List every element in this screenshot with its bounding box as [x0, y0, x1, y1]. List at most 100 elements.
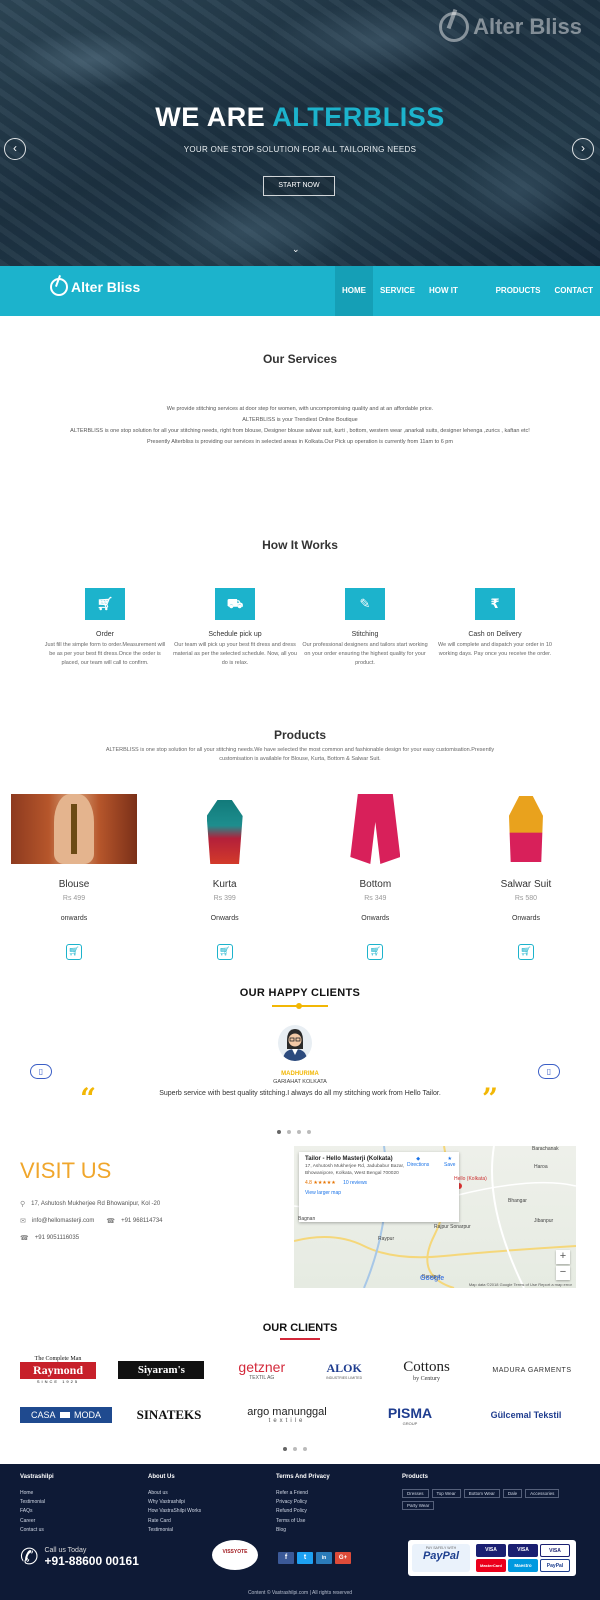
map-directions-button[interactable]: ◆ Directions: [407, 1156, 429, 1168]
close-quote-icon: ”: [482, 1082, 499, 1115]
footer-link[interactable]: Testimonial: [20, 1498, 54, 1507]
product-card-bottom[interactable]: Bottom Rs 349 Onwards 🛒︎: [312, 794, 439, 960]
how-step-title: Stitching: [351, 631, 379, 638]
casa-text: CASA: [30, 1410, 55, 1420]
footer-link[interactable]: Career: [20, 1517, 54, 1526]
view-larger-map-link[interactable]: View larger map: [305, 1190, 453, 1196]
testimonial-next-icon[interactable]: ▯: [538, 1064, 560, 1079]
embedded-map[interactable]: Tailor - Hello Masterji (Kolkata) 17, As…: [294, 1146, 576, 1288]
product-image-blouse[interactable]: [11, 794, 137, 864]
email-text[interactable]: info@hellomasterji.com: [32, 1218, 94, 1224]
pagination-dot[interactable]: [283, 1447, 287, 1451]
footer-tag[interactable]: Dale: [502, 1489, 523, 1498]
map-reviews-link[interactable]: 10 reviews: [343, 1180, 367, 1186]
pagination-dot[interactable]: [307, 1130, 311, 1134]
footer-link[interactable]: Testimonial: [148, 1526, 201, 1535]
footer-link[interactable]: Refund Policy: [276, 1507, 330, 1516]
nav-item-how-it-works[interactable]: HOW IT WORKS: [422, 266, 489, 345]
google-plus-icon[interactable]: G+: [335, 1552, 351, 1564]
product-card-salwar-suit[interactable]: Salwar Suit Rs 580 Onwards 🛒︎: [462, 794, 589, 960]
mastercard-icon: MasterCard: [476, 1559, 506, 1572]
facebook-icon[interactable]: f: [278, 1552, 294, 1564]
map-place-label: Rajpur Sonarpur: [434, 1224, 471, 1230]
pagination-dot[interactable]: [287, 1130, 291, 1134]
footer-link[interactable]: FAQs: [20, 1507, 54, 1516]
footer-tag[interactable]: Dresses: [402, 1489, 429, 1498]
testimonial-prev-icon[interactable]: ▯: [30, 1064, 52, 1079]
add-to-cart-icon[interactable]: 🛒︎: [216, 944, 233, 960]
pagination-dot[interactable]: [297, 1130, 301, 1134]
nav-logo[interactable]: Alter Bliss: [50, 278, 140, 296]
product-card-blouse[interactable]: Blouse Rs 499 onwards 🛒︎: [11, 794, 137, 960]
card-logos: VISA VISA VISA MasterCard Maestro PayPal: [476, 1544, 572, 1572]
product-image-bottom[interactable]: [312, 794, 439, 864]
start-now-button[interactable]: START NOW: [263, 176, 335, 196]
map-place-label: Raypur: [378, 1236, 395, 1242]
client-logo-gulcemal: Gülcemal Tekstil: [490, 1410, 562, 1420]
scroll-down-icon[interactable]: ⌄: [292, 244, 300, 255]
map-save-button[interactable]: ★ Save: [444, 1156, 455, 1168]
hero-prev-arrow-icon[interactable]: ‹: [4, 138, 26, 160]
services-title: Our Services: [262, 352, 338, 366]
pagination-dot[interactable]: [277, 1130, 281, 1134]
raymond-wordmark: Raymond: [20, 1362, 96, 1379]
footer-tag[interactable]: Party Wear: [402, 1501, 435, 1510]
services-line: We provide stitching services at door st…: [166, 406, 434, 412]
add-to-cart-icon[interactable]: 🛒︎: [66, 944, 82, 960]
phone-text[interactable]: +91 968114734: [121, 1218, 162, 1224]
product-onwards: onwards: [60, 915, 88, 922]
twitter-icon[interactable]: t: [297, 1552, 313, 1564]
map-place-label: Jibanpur: [534, 1218, 554, 1224]
nav-item-contact[interactable]: CONTACT: [547, 266, 600, 316]
product-name: Kurta: [212, 879, 237, 890]
how-it-works-title: How It Works: [262, 538, 338, 552]
map-place-title: Tailor - Hello Masterji (Kolkata): [305, 1156, 393, 1162]
services-line: Presently Alterbliss is providing our se…: [147, 439, 453, 445]
phone-text[interactable]: +91 9051116035: [35, 1235, 79, 1241]
linkedin-icon[interactable]: in: [316, 1552, 332, 1564]
call-number[interactable]: +91-88600 00161: [44, 1554, 138, 1568]
how-step-desc: Just fill the simple form to order.Measu…: [44, 642, 166, 666]
hero-next-arrow-icon[interactable]: ›: [572, 138, 594, 160]
nav-item-home[interactable]: HOME: [335, 266, 373, 316]
footer-link[interactable]: Why Vastrashilpi: [148, 1498, 201, 1507]
how-step-cod: ₹ Cash on Delivery We will complete and …: [430, 588, 560, 668]
how-step-title: Order: [96, 631, 114, 638]
how-step-desc: Our professional designers and tailors s…: [302, 642, 428, 666]
footer-link[interactable]: Rate Card: [148, 1517, 201, 1526]
footer-tag[interactable]: Top Wear: [431, 1489, 461, 1498]
product-image-salwar-suit[interactable]: [462, 794, 589, 864]
footer-tag[interactable]: Bottom Wear: [463, 1489, 500, 1498]
alok-sub: INDUSTRIES LIMITED: [326, 1375, 363, 1380]
visa-icon: VISA: [540, 1544, 570, 1557]
client-logo-siyarams: Siyaram's: [118, 1361, 205, 1379]
products-title: Products: [273, 728, 326, 742]
footer-link[interactable]: Privacy Policy: [276, 1498, 330, 1507]
how-step-desc: We will complete and dispatch your order…: [438, 642, 552, 657]
product-image-kurta[interactable]: [161, 794, 288, 864]
add-to-cart-icon[interactable]: 🛒︎: [367, 944, 384, 960]
directions-label: Directions: [407, 1162, 430, 1168]
map-rating-value: 4.8: [305, 1180, 312, 1186]
nav-item-service[interactable]: SERVICE: [373, 266, 422, 316]
footer-link[interactable]: Terms of Use: [276, 1517, 330, 1526]
testimonial-quote: Superb service with best quality stitchi…: [159, 1090, 441, 1097]
pagination-dot[interactable]: [303, 1447, 307, 1451]
footer-link[interactable]: About us: [148, 1489, 201, 1498]
address-text: 17, Ashutosh Mukherjee Rd Bhowanipur, Ko…: [31, 1201, 161, 1207]
footer-link[interactable]: Refer a Friend: [276, 1489, 330, 1498]
product-name: Bottom: [359, 879, 392, 890]
footer-link[interactable]: Contact us: [20, 1526, 54, 1535]
footer-tag[interactable]: Accessories: [525, 1489, 560, 1498]
add-to-cart-icon[interactable]: 🛒︎: [517, 944, 534, 960]
pagination-dot[interactable]: [293, 1447, 297, 1451]
product-onwards: Onwards: [511, 915, 540, 922]
footer-link[interactable]: Blog: [276, 1526, 330, 1535]
footer-link[interactable]: How VastraShilpi Works: [148, 1507, 201, 1516]
map-zoom-out-button[interactable]: −: [556, 1266, 570, 1280]
product-card-kurta[interactable]: Kurta Rs 399 Onwards 🛒︎: [161, 794, 288, 960]
footer-link[interactable]: Home: [20, 1489, 54, 1498]
client-logos-row-2: CASA MODA SINATEKS argo manunggal textil…: [20, 1400, 580, 1430]
nav-item-products[interactable]: PRODUCTS: [489, 266, 548, 316]
map-zoom-in-button[interactable]: +: [556, 1250, 570, 1264]
